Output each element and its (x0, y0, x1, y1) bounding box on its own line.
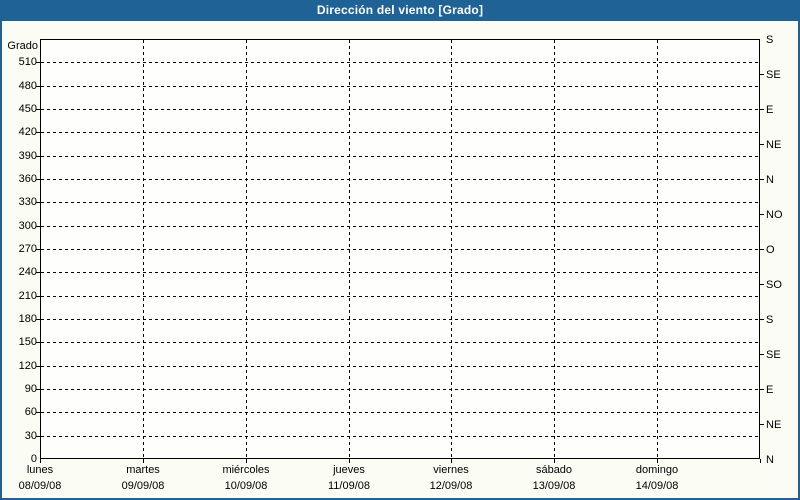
y-axis-tick-label: 360 (18, 173, 37, 185)
compass-label: N (766, 174, 774, 186)
y-axis-tick-label: 180 (18, 313, 37, 325)
x-axis-tick (40, 459, 41, 463)
chart-title: Dirección del viento [Grado] (0, 0, 800, 21)
h-gridline (41, 436, 759, 437)
h-gridline (41, 272, 759, 273)
x-axis-tick (451, 459, 452, 463)
h-gridline (41, 86, 759, 87)
y-axis-tick-label: 420 (18, 126, 37, 138)
x-axis-tick (246, 459, 247, 463)
y-axis-tick-label: 240 (18, 266, 37, 278)
x-axis-weekday-label: sábado (535, 464, 573, 476)
v-gridline (246, 40, 247, 458)
y-axis-tick-label: 300 (18, 220, 37, 232)
compass-label: N (766, 454, 774, 466)
y-axis-tick-label: 390 (18, 150, 37, 162)
h-gridline (41, 156, 759, 157)
x-axis-tick (143, 459, 144, 463)
y-axis-tick-label: 120 (18, 360, 37, 372)
x-axis-weekday-label: miércoles (222, 464, 270, 476)
h-gridline (41, 296, 759, 297)
compass-label: SE (766, 349, 781, 361)
h-gridline (41, 62, 759, 63)
x-axis-date-label: 11/09/08 (327, 480, 370, 492)
x-axis-date-label: 13/09/08 (532, 480, 576, 492)
compass-label: NE (766, 139, 782, 151)
compass-tick (760, 284, 764, 285)
h-gridline (41, 226, 759, 227)
chart-window: Dirección del viento [Grado] Grado 0 30 60… (0, 0, 800, 500)
x-axis-tick (349, 459, 350, 463)
x-axis-date-label: 14/09/08 (635, 480, 679, 492)
compass-tick (760, 249, 764, 250)
compass-label: O (766, 244, 775, 256)
x-axis-tick (554, 459, 555, 463)
x-axis-weekday-label: viernes (433, 464, 469, 476)
compass-label: S (766, 34, 774, 46)
x-axis-date-label: 12/09/08 (429, 480, 473, 492)
compass-label: E (766, 384, 774, 396)
y-axis-tick-label: 330 (18, 196, 37, 208)
h-gridline (41, 202, 759, 203)
y-axis-tick-label: 450 (18, 103, 37, 115)
compass-tick (760, 109, 764, 110)
y-axis-tick-label: 210 (18, 290, 37, 302)
x-axis-date-label: 10/09/08 (224, 480, 268, 492)
compass-label: E (766, 104, 774, 116)
compass-tick (760, 389, 764, 390)
x-axis-tick (657, 459, 658, 463)
y-axis-title: Grado (7, 40, 38, 52)
x-axis-tick (760, 459, 761, 463)
y-axis-tick-label: 270 (18, 243, 37, 255)
compass-tick (760, 214, 764, 215)
compass-tick (760, 424, 764, 425)
h-gridline (41, 109, 759, 110)
compass-tick (760, 354, 764, 355)
compass-tick (760, 144, 764, 145)
compass-label: SO (766, 279, 782, 291)
v-gridline (451, 40, 452, 458)
y-axis-tick-label: 90 (24, 383, 37, 395)
compass-label: NE (766, 419, 782, 431)
h-gridline (41, 412, 759, 413)
x-axis-weekday-label: domingo (635, 464, 679, 476)
h-gridline (41, 179, 759, 180)
x-axis-date-label: 08/09/08 (18, 480, 62, 492)
compass-tick (760, 74, 764, 75)
v-gridline (143, 40, 144, 458)
compass-label: S (766, 314, 774, 326)
v-gridline (349, 40, 350, 458)
h-gridline (41, 249, 759, 250)
x-axis-weekday-label: jueves (333, 464, 365, 476)
y-axis-tick-label: 510 (18, 56, 37, 68)
compass-label: NO (766, 209, 783, 221)
compass-tick (760, 319, 764, 320)
h-gridline (41, 132, 759, 133)
h-gridline (41, 342, 759, 343)
v-gridline (554, 40, 555, 458)
y-axis-tick-label: 60 (24, 406, 37, 418)
x-axis-weekday-label: lunes (26, 464, 54, 476)
compass-tick (760, 179, 764, 180)
x-axis-weekday-label: martes (126, 464, 160, 476)
y-axis-tick-label: 150 (18, 336, 37, 348)
x-axis-date-label: 09/09/08 (121, 480, 165, 492)
h-gridline (41, 389, 759, 390)
y-axis-tick-label: 30 (24, 430, 37, 442)
h-gridline (41, 366, 759, 367)
v-gridline (657, 40, 658, 458)
compass-label: SE (766, 69, 781, 81)
y-axis-tick-label: 480 (18, 80, 37, 92)
h-gridline (41, 319, 759, 320)
